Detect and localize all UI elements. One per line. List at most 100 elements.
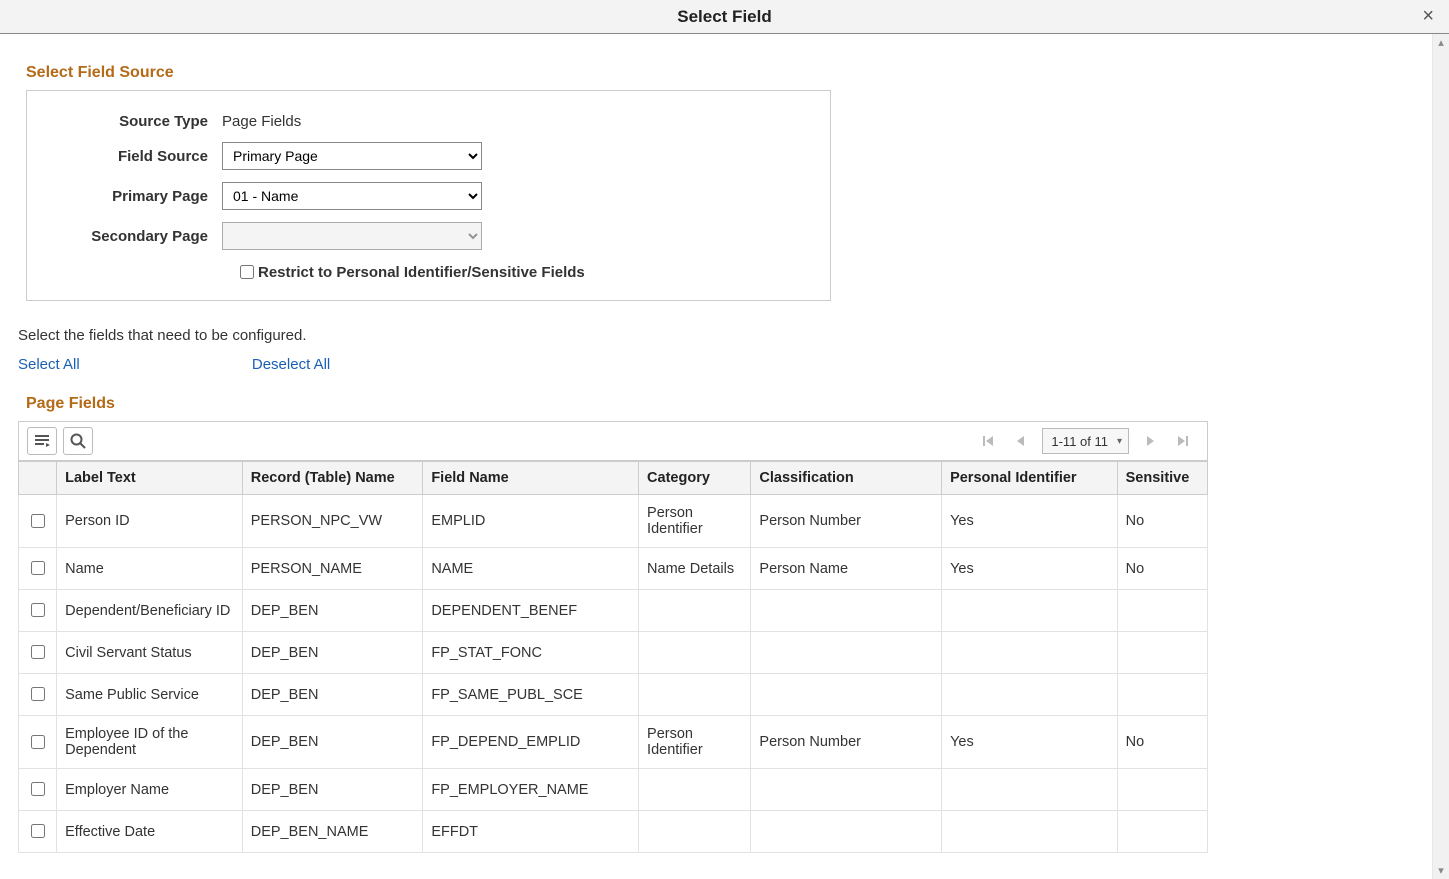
cell-label: Person ID	[57, 495, 243, 548]
cell-field: FP_SAME_PUBL_SCE	[423, 674, 639, 716]
cell-record: PERSON_NPC_VW	[242, 495, 423, 548]
scroll-up-icon[interactable]: ▴	[1433, 34, 1449, 51]
row-checkbox[interactable]	[31, 645, 45, 659]
grid-toolbar: 1-11 of 11 ▾	[18, 421, 1208, 461]
grid-prev-button[interactable]	[1008, 429, 1032, 453]
modal-header: Select Field ×	[0, 0, 1449, 34]
grid-search-button[interactable]	[63, 427, 93, 455]
cell-sensitive	[1117, 769, 1207, 811]
row-checkbox[interactable]	[31, 782, 45, 796]
cell-record: DEP_BEN	[242, 716, 423, 769]
cell-record: DEP_BEN	[242, 674, 423, 716]
table-row: Employee ID of the DependentDEP_BENFP_DE…	[19, 716, 1208, 769]
cell-sensitive: No	[1117, 548, 1207, 590]
field-source-label: Field Source	[47, 148, 222, 165]
col-header-sensitive[interactable]: Sensitive	[1117, 462, 1207, 495]
scroll-down-icon[interactable]: ▾	[1433, 862, 1449, 879]
primary-page-select[interactable]: 01 - Name	[222, 182, 482, 210]
table-row: Employer NameDEP_BENFP_EMPLOYER_NAME	[19, 769, 1208, 811]
cell-label: Employee ID of the Dependent	[57, 716, 243, 769]
cell-label: Effective Date	[57, 811, 243, 853]
cell-classification	[751, 769, 942, 811]
cell-pii	[942, 590, 1118, 632]
chevron-down-icon: ▾	[1117, 436, 1122, 447]
field-source-title: Select Field Source	[26, 64, 1414, 82]
prev-icon	[1014, 434, 1026, 448]
search-icon	[70, 433, 86, 449]
last-icon	[1176, 434, 1190, 448]
col-header-record[interactable]: Record (Table) Name	[242, 462, 423, 495]
cell-record: DEP_BEN	[242, 590, 423, 632]
cell-sensitive: No	[1117, 716, 1207, 769]
primary-page-label: Primary Page	[47, 188, 222, 205]
cell-pii: Yes	[942, 716, 1118, 769]
table-row: NamePERSON_NAMENAMEName DetailsPerson Na…	[19, 548, 1208, 590]
grid-next-button[interactable]	[1139, 429, 1163, 453]
modal-body: Select Field Source Source Type Page Fie…	[0, 34, 1432, 879]
grid-last-button[interactable]	[1171, 429, 1195, 453]
grid-page-info[interactable]: 1-11 of 11 ▾	[1042, 428, 1129, 454]
cell-pii: Yes	[942, 495, 1118, 548]
cell-record: DEP_BEN	[242, 769, 423, 811]
cell-classification: Person Number	[751, 716, 942, 769]
cell-record: PERSON_NAME	[242, 548, 423, 590]
restrict-label[interactable]: Restrict to Personal Identifier/Sensitiv…	[258, 264, 585, 281]
cell-category	[639, 811, 751, 853]
col-header-personal-identifier[interactable]: Personal Identifier	[942, 462, 1118, 495]
table-row: Person IDPERSON_NPC_VWEMPLIDPerson Ident…	[19, 495, 1208, 548]
secondary-page-select[interactable]	[222, 222, 482, 250]
table-row: Effective DateDEP_BEN_NAMEEFFDT	[19, 811, 1208, 853]
cell-field: NAME	[423, 548, 639, 590]
cell-pii	[942, 674, 1118, 716]
restrict-checkbox[interactable]	[240, 265, 254, 279]
page-fields-title: Page Fields	[26, 395, 1414, 413]
row-checkbox[interactable]	[31, 514, 45, 528]
col-header-label[interactable]: Label Text	[57, 462, 243, 495]
cell-category: Name Details	[639, 548, 751, 590]
cell-sensitive	[1117, 811, 1207, 853]
table-row: Civil Servant StatusDEP_BENFP_STAT_FONC	[19, 632, 1208, 674]
cell-field: FP_STAT_FONC	[423, 632, 639, 674]
deselect-all-link[interactable]: Deselect All	[252, 356, 330, 373]
col-header-classification[interactable]: Classification	[751, 462, 942, 495]
first-icon	[981, 434, 995, 448]
cell-category	[639, 590, 751, 632]
row-checkbox[interactable]	[31, 735, 45, 749]
cell-field: DEPENDENT_BENEF	[423, 590, 639, 632]
cell-classification	[751, 590, 942, 632]
cell-field: FP_DEPEND_EMPLID	[423, 716, 639, 769]
cell-field: FP_EMPLOYER_NAME	[423, 769, 639, 811]
cell-label: Civil Servant Status	[57, 632, 243, 674]
cell-sensitive	[1117, 632, 1207, 674]
col-header-category[interactable]: Category	[639, 462, 751, 495]
cell-sensitive: No	[1117, 495, 1207, 548]
cell-classification: Person Name	[751, 548, 942, 590]
select-all-link[interactable]: Select All	[18, 356, 80, 373]
row-checkbox[interactable]	[31, 824, 45, 838]
cell-category: Person Identifier	[639, 716, 751, 769]
cell-classification	[751, 632, 942, 674]
close-icon[interactable]: ×	[1422, 6, 1434, 26]
page-fields-table: Label Text Record (Table) Name Field Nam…	[18, 461, 1208, 853]
cell-pii	[942, 769, 1118, 811]
source-type-value: Page Fields	[222, 113, 301, 130]
col-header-field[interactable]: Field Name	[423, 462, 639, 495]
cell-category	[639, 632, 751, 674]
cell-pii: Yes	[942, 548, 1118, 590]
row-checkbox[interactable]	[31, 687, 45, 701]
cell-classification	[751, 811, 942, 853]
cell-pii	[942, 632, 1118, 674]
cell-classification	[751, 674, 942, 716]
row-checkbox[interactable]	[31, 603, 45, 617]
vertical-scrollbar[interactable]: ▴ ▾	[1432, 34, 1449, 879]
cell-field: EFFDT	[423, 811, 639, 853]
cell-record: DEP_BEN_NAME	[242, 811, 423, 853]
row-checkbox[interactable]	[31, 561, 45, 575]
cell-pii	[942, 811, 1118, 853]
grid-action-button[interactable]	[27, 427, 57, 455]
source-type-label: Source Type	[47, 113, 222, 130]
grid-page-info-text: 1-11 of 11	[1051, 434, 1108, 449]
field-source-select[interactable]: Primary Page	[222, 142, 482, 170]
instruction-text: Select the fields that need to be config…	[18, 327, 1414, 344]
grid-first-button[interactable]	[976, 429, 1000, 453]
